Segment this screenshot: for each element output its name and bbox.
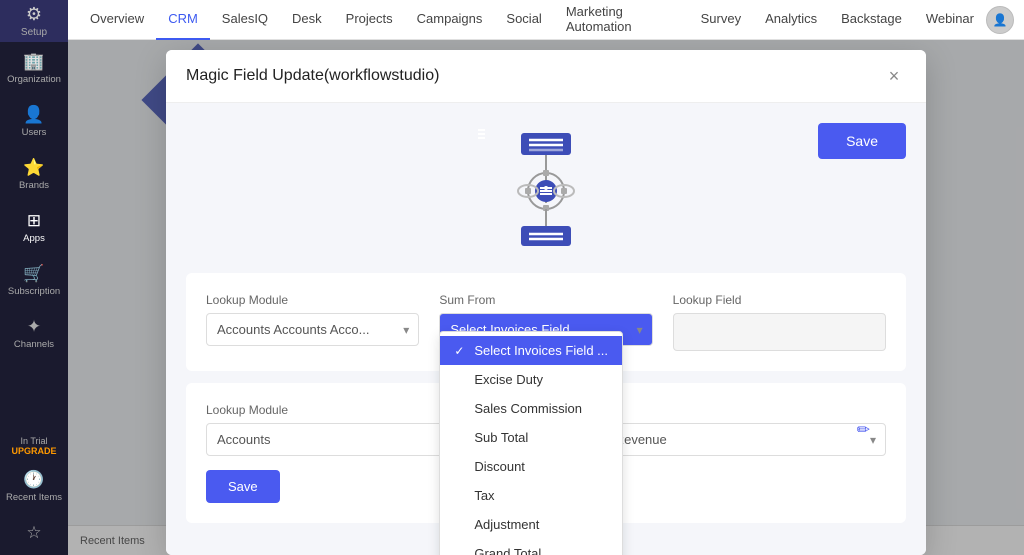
dropdown-item-discount[interactable]: Discount xyxy=(440,452,622,481)
modal-title: Magic Field Update(workflowstudio) xyxy=(186,67,439,85)
nav-item-salesiq[interactable]: SalesIQ xyxy=(210,0,280,40)
top-nav: Overview CRM SalesIQ Desk Projects Campa… xyxy=(68,0,1024,40)
edit-icon[interactable]: ✏ xyxy=(857,420,870,440)
nav-item-survey[interactable]: Survey xyxy=(689,0,753,40)
nav-item-crm[interactable]: CRM xyxy=(156,0,210,40)
dropdown-item-grand-total[interactable]: Grand Total xyxy=(440,539,622,555)
modal: Magic Field Update(workflowstudio) × Sav… xyxy=(166,50,926,555)
workflow-svg xyxy=(476,128,616,248)
nav-item-marketing-automation[interactable]: Marketing Automation xyxy=(554,0,689,40)
sidebar-item-users[interactable]: 👤 Users xyxy=(0,95,68,148)
workflow-illustration: Save xyxy=(186,123,906,253)
dropdown-item-select-invoices[interactable]: ✓ Select Invoices Field ... xyxy=(440,336,622,365)
apps-icon: ⊞ xyxy=(27,211,41,231)
form-row-1: Lookup Module Accounts Accounts Acco... … xyxy=(206,293,886,351)
nav-item-analytics[interactable]: Analytics xyxy=(753,0,829,40)
sidebar-item-brands[interactable]: ⭐ Brands xyxy=(0,148,68,201)
save-button-top[interactable]: Save xyxy=(818,123,906,159)
sidebar-setup: ⚙ Setup xyxy=(0,0,68,42)
nav-item-campaigns[interactable]: Campaigns xyxy=(405,0,495,40)
in-trial-text: In Trial UPGRADE xyxy=(7,432,60,460)
sidebar-item-recent[interactable]: 🕐 Recent Items xyxy=(0,460,68,513)
sidebar-label-brands: Brands xyxy=(19,180,49,191)
brands-icon: ⭐ xyxy=(23,158,44,178)
lookup-field-label: Lookup Field xyxy=(673,293,886,307)
sum-from-label: Sum From xyxy=(439,293,652,307)
sidebar-label-channels: Channels xyxy=(14,339,54,350)
sidebar-item-channels[interactable]: ✦ Channels xyxy=(0,307,68,360)
form-section-1: Lookup Module Accounts Accounts Acco... … xyxy=(186,273,906,371)
form-group-lookup-field: Lookup Field xyxy=(673,293,886,351)
sidebar-item-subscription[interactable]: 🛒 Subscription xyxy=(0,254,68,307)
nav-item-desk[interactable]: Desk xyxy=(280,0,334,40)
subscription-icon: 🛒 xyxy=(23,264,44,284)
sidebar-label-apps: Apps xyxy=(23,233,45,244)
nav-items: Overview CRM SalesIQ Desk Projects Campa… xyxy=(78,0,986,40)
sidebar-item-apps[interactable]: ⊞ Apps xyxy=(0,201,68,254)
recent-icon: 🕐 xyxy=(23,470,44,490)
content-area: CONDITION1 Magic Field Update(workflowst… xyxy=(68,40,1024,555)
sidebar-label-recent: Recent Items xyxy=(6,492,62,503)
organization-icon: 🏢 xyxy=(23,52,44,72)
nav-item-overview[interactable]: Overview xyxy=(78,0,156,40)
dropdown-popup: ✓ Select Invoices Field ... Excise Duty xyxy=(439,331,623,555)
setup-label: Setup xyxy=(21,27,47,38)
save-button-bottom[interactable]: Save xyxy=(206,470,280,503)
check-icon: ✓ xyxy=(454,344,468,358)
main-area: Overview CRM SalesIQ Desk Projects Campa… xyxy=(68,0,1024,555)
form-group-sum-from: Sum From Select Invoices Field ... xyxy=(439,293,652,351)
lookup-module-select-wrapper: Accounts Accounts Acco... xyxy=(206,313,419,346)
modal-overlay: Magic Field Update(workflowstudio) × Sav… xyxy=(68,40,1024,555)
lookup-module-label: Lookup Module xyxy=(206,293,419,307)
upgrade-link[interactable]: UPGRADE xyxy=(11,446,56,456)
star-icon: ☆ xyxy=(26,523,41,543)
dropdown-item-sub-total[interactable]: Sub Total xyxy=(440,423,622,452)
nav-item-projects[interactable]: Projects xyxy=(334,0,405,40)
modal-header: Magic Field Update(workflowstudio) × xyxy=(166,50,926,103)
nav-item-webinar[interactable]: Webinar xyxy=(914,0,986,40)
form-group-lookup-module: Lookup Module Accounts Accounts Acco... xyxy=(206,293,419,351)
nav-item-backstage[interactable]: Backstage xyxy=(829,0,914,40)
lookup-module-select[interactable]: Accounts Accounts Acco... xyxy=(206,313,419,346)
dropdown-item-sales-commission[interactable]: Sales Commission xyxy=(440,394,622,423)
dropdown-item-tax[interactable]: Tax xyxy=(440,481,622,510)
sidebar-label-users: Users xyxy=(22,127,47,138)
nav-item-social[interactable]: Social xyxy=(494,0,553,40)
modal-body: Save xyxy=(166,103,926,555)
users-icon: 👤 xyxy=(23,105,44,125)
lookup-field-placeholder xyxy=(673,313,886,351)
sidebar: ⚙ Setup 🏢 Organization 👤 Users ⭐ Brands … xyxy=(0,0,68,555)
dropdown-item-excise-duty[interactable]: Excise Duty xyxy=(440,365,622,394)
sidebar-bottom: In Trial UPGRADE 🕐 Recent Items ☆ xyxy=(0,432,68,555)
user-avatar[interactable]: 👤 xyxy=(986,6,1014,34)
sidebar-item-organization[interactable]: 🏢 Organization xyxy=(0,42,68,95)
sidebar-label-organization: Organization xyxy=(7,74,61,85)
dropdown-item-adjustment[interactable]: Adjustment xyxy=(440,510,622,539)
gear-icon: ⚙ xyxy=(26,4,42,25)
sidebar-label-subscription: Subscription xyxy=(8,286,60,297)
close-button[interactable]: × xyxy=(882,64,906,88)
sidebar-item-favorites[interactable]: ☆ xyxy=(0,513,68,555)
channels-icon: ✦ xyxy=(27,317,41,337)
